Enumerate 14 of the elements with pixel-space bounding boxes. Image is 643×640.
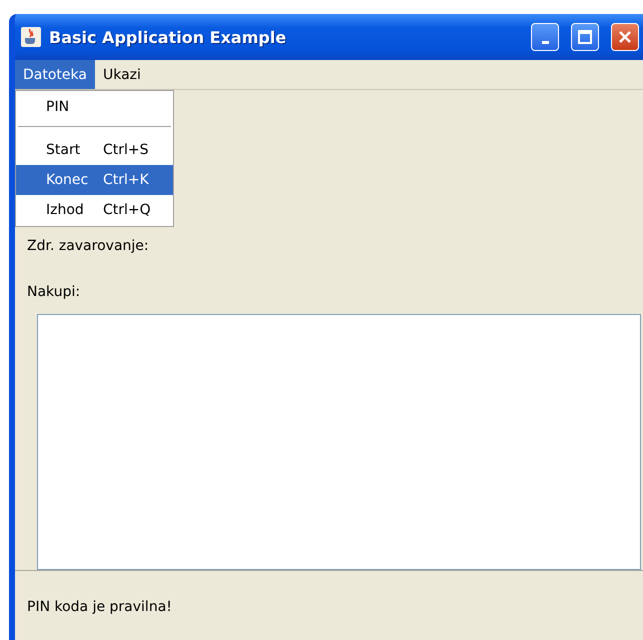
- close-button[interactable]: [611, 23, 639, 51]
- window-title: Basic Application Example: [49, 28, 286, 46]
- close-icon: [618, 30, 632, 44]
- maximize-icon: [578, 30, 592, 44]
- minimize-icon: [542, 40, 548, 44]
- menu-item[interactable]: Konec Ctrl+K: [16, 165, 173, 195]
- maximize-button[interactable]: [571, 23, 599, 51]
- minimize-button[interactable]: [531, 23, 559, 51]
- menu-title[interactable]: Ukazi: [94, 60, 149, 89]
- coffee-cup-icon: [21, 27, 41, 47]
- field-label: Zdr. zavarovanje:: [27, 238, 150, 254]
- status-text: PIN koda je pravilna!: [27, 599, 172, 615]
- menu-title[interactable]: Datoteka: [15, 60, 95, 89]
- field-label: Nakupi:: [27, 284, 82, 300]
